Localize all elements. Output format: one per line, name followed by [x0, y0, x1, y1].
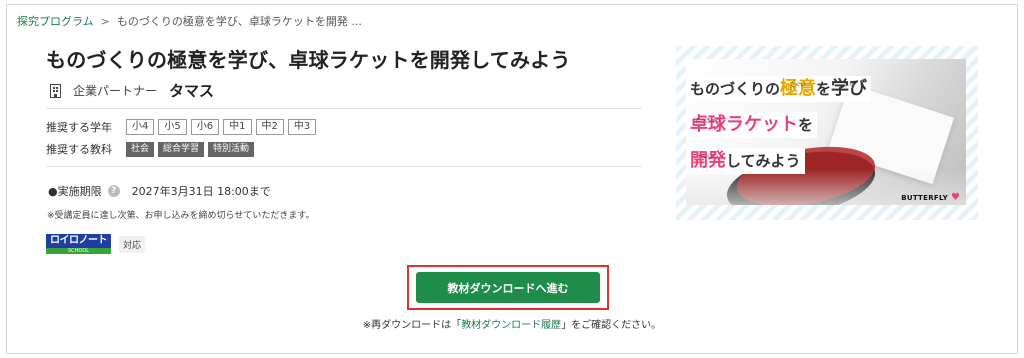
redownload-prefix: ※再ダウンロードは「 — [362, 320, 462, 331]
capacity-notice: ※受講定員に達し次第、お申し込みを締め切らせていただきます。 — [47, 211, 315, 221]
breadcrumb-separator: > — [100, 15, 110, 28]
grade-tag: 中1 — [223, 119, 252, 135]
banner-text: ものづくりの — [690, 80, 781, 98]
heart-icon: ♥ — [951, 192, 960, 203]
subjects-label: 推奨する教科 — [46, 143, 112, 156]
deadline-row: ●実施期限 ? 2027年3月31日 18:00まで — [48, 183, 271, 199]
banner-line-2: たっきゅう 卓球ラケットを — [686, 112, 818, 138]
subject-tag: 総合学習 — [158, 141, 205, 157]
butterfly-brand: BUTTERFLY — [901, 194, 949, 202]
roilo-logo-text: ロイロノート — [46, 234, 111, 248]
roilo-note-logo: ロイロノート SCHOOL — [46, 234, 111, 254]
banner-text-highlight: たっきゅう 卓球 — [690, 114, 726, 135]
breadcrumb-link-program[interactable]: 探究プログラム — [17, 15, 94, 28]
banner-text-highlight: ごくい 極意 — [780, 78, 817, 99]
banner-text-highlight: かいはつ 開発 — [690, 150, 726, 171]
partner-label: 企業パートナー — [73, 84, 158, 98]
roilo-support-badge: 対応 — [119, 235, 146, 253]
program-banner-image: ものづくりの ごくい 極意を まな 学び たっきゅう 卓球ラケットを かいはつ 開発してみよ… — [676, 46, 978, 220]
subject-tag: 特別活動 — [208, 141, 255, 157]
deadline-value: 2027年3月31日 18:00まで — [131, 185, 271, 198]
redownload-notice: ※再ダウンロードは「教材ダウンロード履歴」をご確認ください。 — [0, 316, 1024, 331]
grade-tag: 小6 — [190, 119, 220, 135]
butterfly-logo: BUTTERFLY ♥ — [901, 193, 960, 203]
subject-tag: 社会 — [126, 141, 155, 157]
building-icon — [50, 83, 61, 98]
banner-line-3: かいはつ 開発してみよう — [686, 148, 805, 174]
grade-tag: 小4 — [126, 119, 155, 135]
divider — [46, 108, 642, 109]
page-title: ものづくりの極意を学び、卓球ラケットを開発してみよう — [46, 48, 571, 72]
redownload-suffix: 」をご確認ください。 — [561, 320, 662, 331]
roilo-logo-sub: SCHOOL — [46, 248, 111, 254]
question-circle-icon[interactable]: ? — [107, 185, 120, 197]
breadcrumb: 探究プログラム > ものづくりの極意を学び、卓球ラケットを開発 ... — [17, 13, 362, 29]
grade-tag: 中2 — [255, 119, 284, 135]
download-materials-button[interactable]: 教材ダウンロードへ進む — [416, 272, 600, 303]
grades-row: 推奨する学年 小4 小5 小6 中1 中2 中3 — [46, 119, 320, 135]
grades-label: 推奨する学年 — [46, 121, 112, 134]
subjects-row: 推奨する教科 社会 総合学習 特別活動 — [46, 141, 258, 157]
grade-tag: 中3 — [287, 119, 317, 135]
roilo-support: ロイロノート SCHOOL 対応 — [46, 234, 146, 254]
banner-line-1: ものづくりの ごくい 極意を まな 学び — [686, 76, 872, 102]
breadcrumb-current: ものづくりの極意を学び、卓球ラケットを開発 ... — [116, 15, 362, 28]
download-history-link[interactable]: 教材ダウンロード履歴 — [461, 320, 561, 331]
grade-tag: 小5 — [158, 119, 187, 135]
deadline-label: ●実施期限 — [48, 185, 102, 198]
divider — [46, 166, 642, 167]
partner-row: 企業パートナー タマス — [50, 80, 214, 101]
partner-name: タマス — [169, 82, 215, 100]
